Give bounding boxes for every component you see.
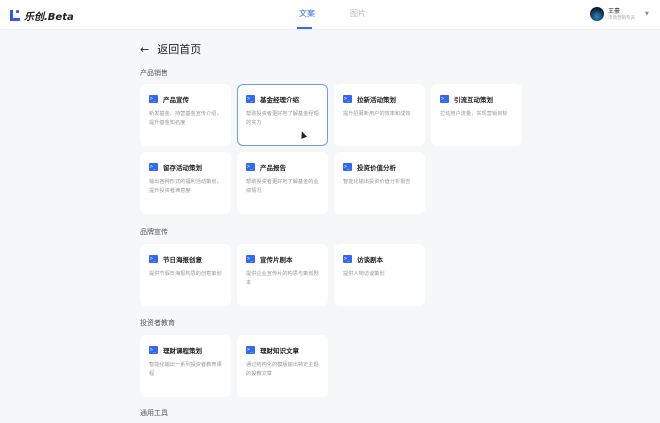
user-name: 王豪 (608, 8, 621, 15)
card-description: 拉动用户流量，实现营销目标 (440, 111, 508, 117)
card-title: 引流互动策划 (454, 96, 493, 104)
section-title: 品牌宣传 (140, 228, 168, 236)
logo[interactable]: 乐创.Beta (10, 8, 74, 23)
terminal-icon: >_ (149, 346, 158, 354)
card-title: 节日海报创意 (163, 256, 202, 264)
card-title: 理财知识文章 (260, 347, 299, 355)
card-title: 理财课程策划 (163, 347, 202, 355)
card-description: 智能化输出投资价值分析报告 (343, 179, 411, 185)
card-title: 留存活动策划 (163, 164, 202, 172)
template-card[interactable]: >_ 产品宣传新发基金、持营基金宣传介绍，提升基金知名度 (140, 84, 231, 146)
template-card[interactable]: >_ 投资价值分析智能化输出投资价值分析报告 (334, 152, 425, 214)
terminal-icon: >_ (246, 346, 255, 354)
terminal-icon: >_ (149, 255, 158, 263)
back-home-button[interactable]: ← 返回首页 (140, 41, 201, 57)
card-description: 提供节假日海报构思的创意策划 (149, 271, 222, 277)
terminal-icon: >_ (343, 163, 352, 171)
card-description: 帮助投资者更好地了解基金经理的实力 (246, 111, 319, 126)
card-description: 新发基金、持营基金宣传介绍，提升基金知名度 (149, 111, 222, 126)
terminal-icon: >_ (246, 95, 255, 103)
user-menu[interactable]: 王豪 市场营销专员 ▼ (590, 6, 649, 21)
template-card[interactable]: >_ 留存活动策划输出各种形式的福利活动策划，提升投资者满意度 (140, 152, 231, 214)
card-description: 帮助投资者更好地了解基金的业绩情况 (246, 179, 319, 194)
chevron-down-icon[interactable]: ▼ (645, 11, 649, 17)
top-nav: 乐创.Beta 文案 图片 王豪 市场营销专员 ▼ (0, 0, 660, 30)
page-title: 返回首页 (157, 43, 202, 56)
section-title: 投资者教育 (140, 319, 175, 327)
card-title: 产品报告 (260, 164, 286, 172)
card-title: 投资价值分析 (357, 164, 396, 172)
terminal-icon: >_ (343, 95, 352, 103)
card-title: 访谈剧本 (357, 256, 383, 264)
terminal-icon: >_ (246, 255, 255, 263)
card-title: 基金经理介绍 (260, 96, 299, 104)
card-description: 提供人物访谈策划 (343, 271, 385, 277)
template-card[interactable]: >_ 拉新活动策划提升招募新用户的效率和成效 (334, 84, 425, 146)
tab-images[interactable]: 图片 (350, 8, 366, 19)
template-card[interactable]: >_ 基金经理介绍帮助投资者更好地了解基金经理的实力 (237, 84, 328, 146)
terminal-icon: >_ (149, 95, 158, 103)
card-description: 通过结构化的模版输出特定主题的投教文章 (246, 362, 319, 377)
template-card[interactable]: >_ 理财课程策划智能化输出一系列投资者教育课程 (140, 335, 231, 397)
card-description: 提升招募新用户的效率和成效 (343, 111, 411, 117)
terminal-icon: >_ (440, 95, 449, 103)
template-card[interactable]: >_ 宣传片剧本提供企业宣传片的构思与策划剧本 (237, 244, 328, 306)
avatar (590, 6, 604, 21)
terminal-icon: >_ (149, 163, 158, 171)
card-description: 提供企业宣传片的构思与策划剧本 (246, 271, 319, 286)
section-title: 产品销售 (140, 69, 168, 77)
user-role: 市场营销专员 (608, 16, 635, 21)
tab-copywriting[interactable]: 文案 (299, 8, 315, 19)
active-tab-indicator (297, 27, 312, 29)
logo-text: 乐创.Beta (24, 12, 74, 23)
section-title: 通用工具 (140, 409, 168, 417)
card-description: 智能化输出一系列投资者教育课程 (149, 362, 222, 377)
arrow-left-icon: ← (140, 42, 150, 56)
card-title: 拉新活动策划 (357, 96, 396, 104)
card-description: 输出各种形式的福利活动策划，提升投资者满意度 (149, 179, 222, 194)
terminal-icon: >_ (246, 163, 255, 171)
template-card[interactable]: >_ 理财知识文章通过结构化的模版输出特定主题的投教文章 (237, 335, 328, 397)
card-title: 宣传片剧本 (260, 256, 293, 264)
template-card[interactable]: >_ 引流互动策划拉动用户流量，实现营销目标 (431, 84, 522, 146)
terminal-icon: >_ (343, 255, 352, 263)
card-title: 产品宣传 (163, 96, 189, 104)
template-card[interactable]: >_ 节日海报创意提供节假日海报构思的创意策划 (140, 244, 231, 306)
template-card[interactable]: >_ 访谈剧本提供人物访谈策划 (334, 244, 425, 306)
template-card[interactable]: >_ 产品报告帮助投资者更好地了解基金的业绩情况 (237, 152, 328, 214)
logo-icon (10, 10, 20, 21)
